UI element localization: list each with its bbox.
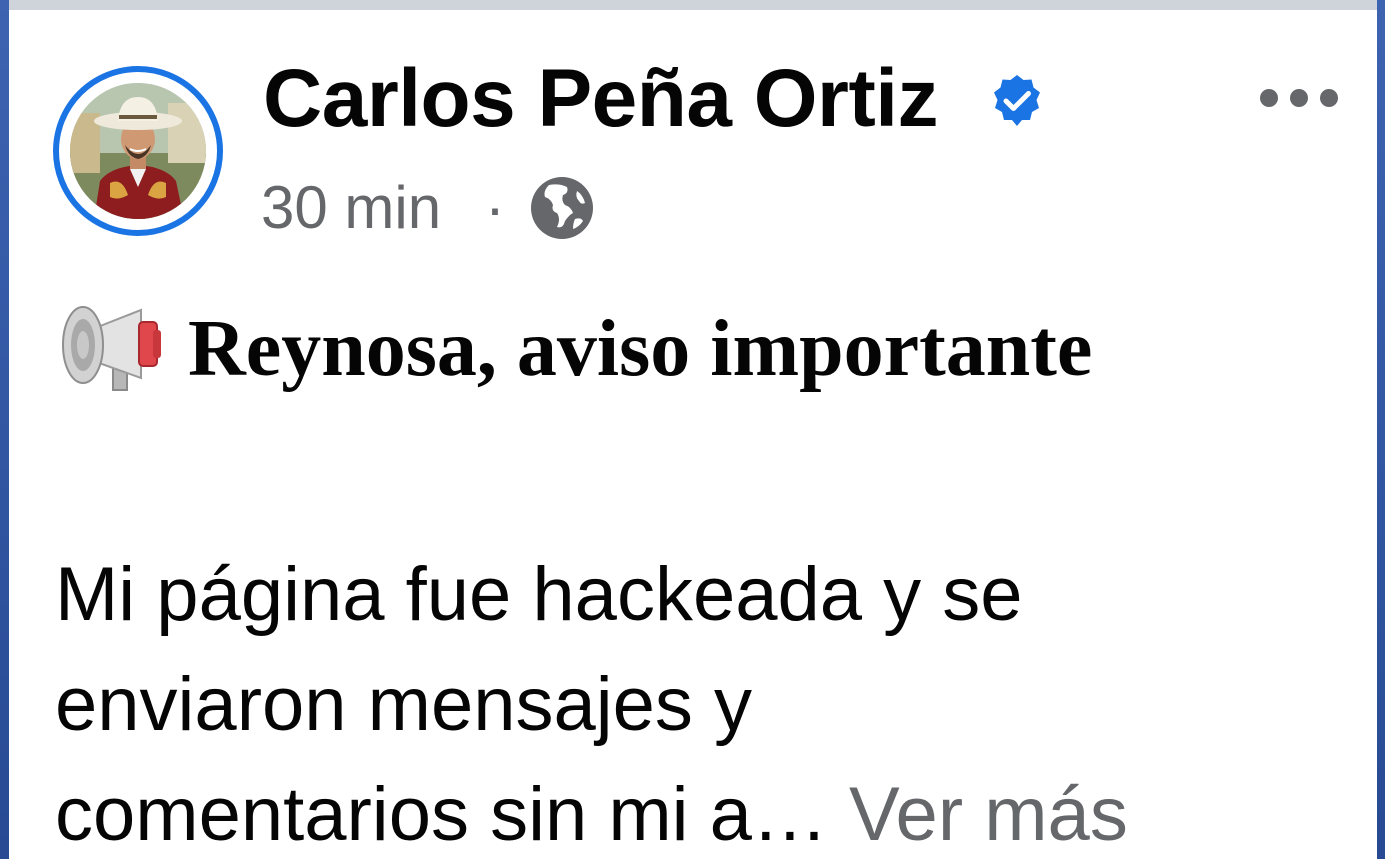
post-body-line: Mi página fue hackeada y se	[55, 552, 1023, 637]
author-name[interactable]: Carlos Peña Ortiz	[263, 58, 939, 140]
right-edge	[1377, 0, 1385, 859]
top-strip	[0, 0, 1385, 10]
megaphone-icon	[55, 292, 167, 404]
globe-icon[interactable]	[529, 175, 595, 241]
post-body: Mi página fue hackeada y se enviaron men…	[55, 540, 1355, 859]
post-headline: Reynosa, aviso importante	[188, 305, 1093, 393]
post-body-line: enviaron mensajes y	[55, 662, 753, 747]
post-card: Carlos Peña Ortiz 30 min · Reynosa, avis…	[9, 10, 1377, 859]
post-body-line-last: comentarios sin mi a… Ver más	[55, 760, 1355, 859]
meta-separator: ·	[485, 174, 505, 241]
verified-badge-icon	[987, 71, 1047, 131]
avatar-photo	[70, 83, 206, 219]
see-more-link[interactable]: Ver más	[849, 772, 1128, 857]
post-body-truncated: comentarios sin mi a…	[55, 772, 828, 857]
author-avatar[interactable]	[53, 66, 223, 236]
more-options-icon[interactable]	[1249, 78, 1349, 118]
avatar-illustration	[70, 83, 206, 219]
post-timestamp[interactable]: 30 min	[261, 178, 441, 238]
left-edge	[0, 0, 9, 859]
